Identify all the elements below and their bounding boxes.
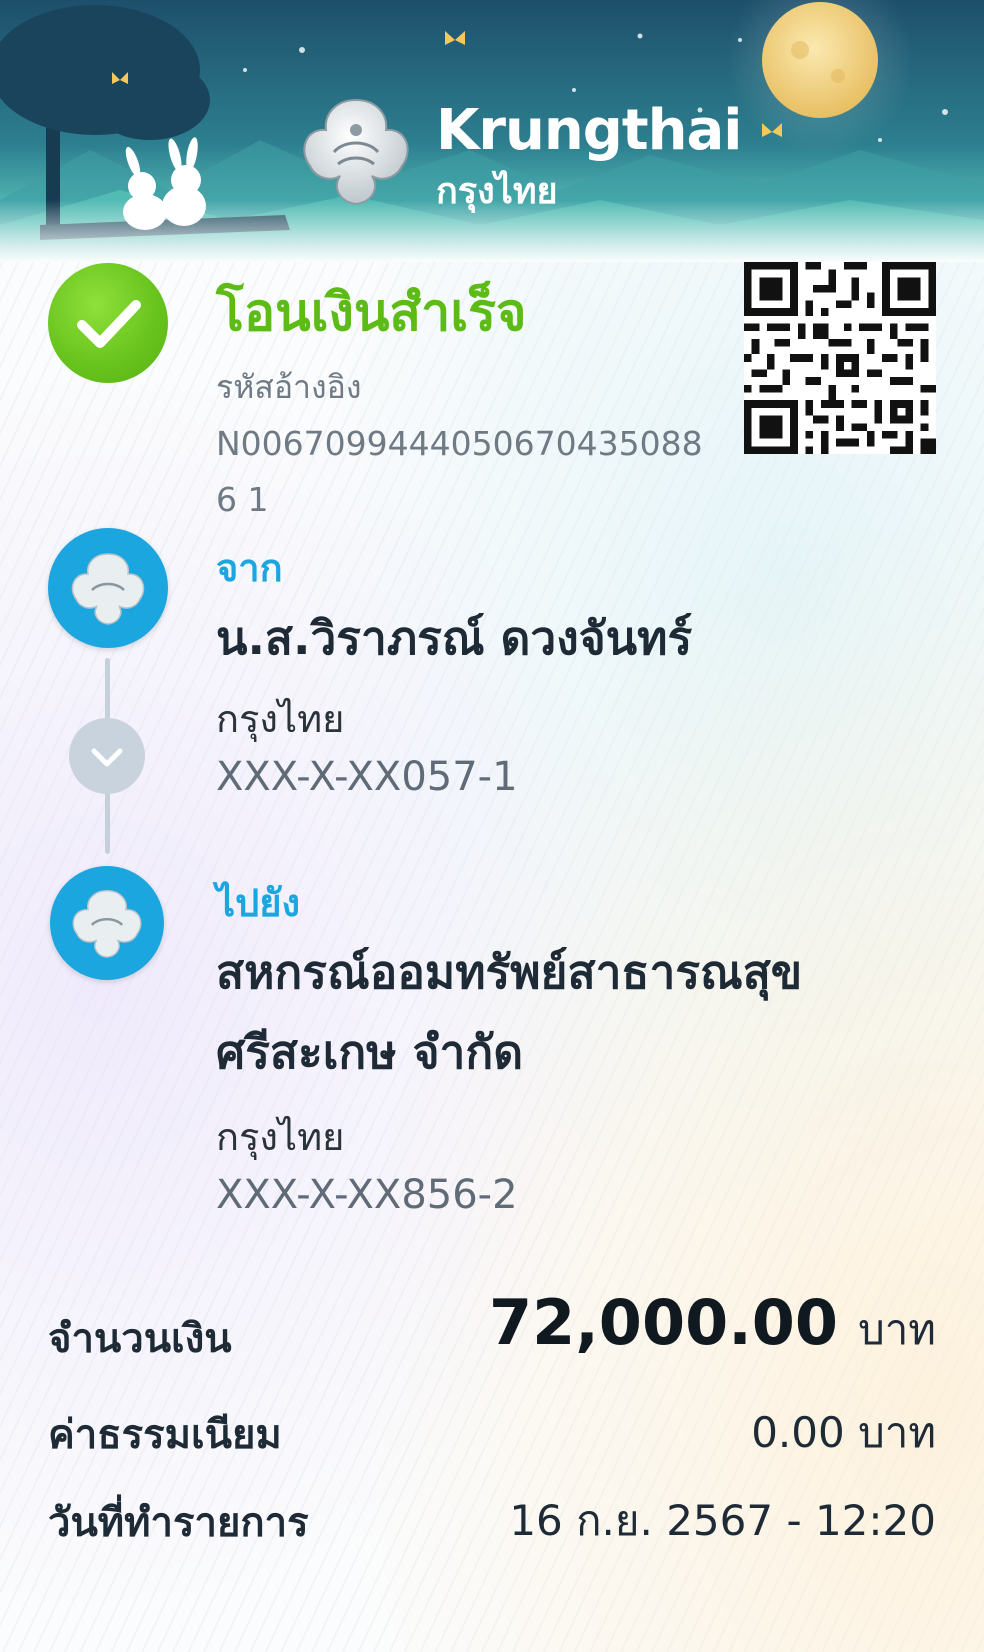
phoenix-logo-icon <box>303 98 409 206</box>
sender-bank-avatar <box>48 528 168 648</box>
transaction-date-label: วันที่ทำรายการ <box>48 1500 309 1546</box>
status-title: โอนเงินสำเร็จ <box>216 283 527 343</box>
header-banner: Krungthai กรุงไทย <box>0 0 984 262</box>
recipient-bank: กรุงไทย <box>216 1115 345 1159</box>
brand-name-en: Krungthai <box>436 98 742 163</box>
recipient-name: สหกรณ์ออมทรัพย์สาธารณสุขศรีสะเกษ จำกัด <box>216 945 803 1079</box>
sender-bank: กรุงไทย <box>216 697 345 741</box>
recipient-bank-avatar <box>50 866 164 980</box>
sender-label: จาก <box>216 546 283 590</box>
success-badge <box>48 263 168 383</box>
krungthai-logo: Krungthai กรุงไทย <box>296 92 742 212</box>
fee-label: ค่าธรรมเนียม <box>48 1412 282 1458</box>
krungthai-bank-icon <box>72 889 142 958</box>
reference-code: N00670994440506704350886 1 <box>216 424 703 519</box>
amount-label: จำนวนเงิน <box>48 1316 232 1362</box>
transfer-slip: Krungthai กรุงไทย โอนเงินสำเร็จ รหัสอ้าง… <box>0 0 984 1652</box>
recipient-label: ไปยัง <box>216 881 301 925</box>
sender-account: XXX-X-XX057-1 <box>216 754 518 800</box>
amount-value: 72,000.00 <box>488 1286 839 1359</box>
amount-value-row: 72,000.00 บาท <box>489 1286 936 1363</box>
chevron-down-icon <box>91 748 123 767</box>
recipient-account: XXX-X-XX856-2 <box>216 1172 518 1218</box>
reference-label: รหัสอ้างอิง <box>216 368 362 406</box>
fee-value: 0.00 บาท <box>751 1408 936 1457</box>
check-icon <box>77 300 141 348</box>
qr-code[interactable] <box>744 262 936 454</box>
krungthai-bank-icon <box>71 553 145 625</box>
transaction-date-value: 16 ก.ย. 2567 - 12:20 <box>509 1496 936 1545</box>
amount-unit: บาท <box>858 1305 936 1354</box>
brand-name-th: กรุงไทย <box>436 171 558 212</box>
sender-name: น.ส.วิราภรณ์ ดวงจันทร์ <box>216 611 693 665</box>
direction-indicator <box>69 718 145 794</box>
